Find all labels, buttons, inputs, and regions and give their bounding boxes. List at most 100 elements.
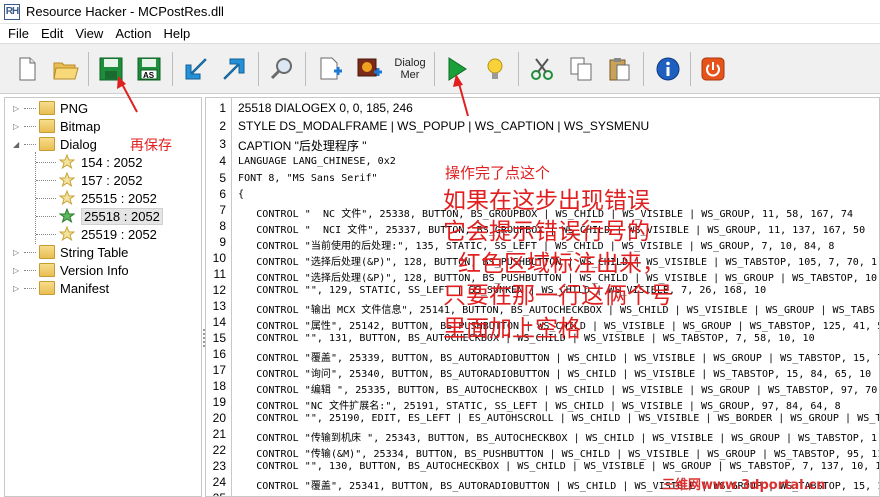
tree-item-dialog-154[interactable]: 154 : 2052 <box>36 153 142 171</box>
open-folder-icon <box>39 137 55 151</box>
tree-item-string-table[interactable]: ▷ String Table <box>13 243 128 261</box>
code-line[interactable]: CONTROL "", 130, BUTTON, BS_AUTOCHECKBOX… <box>238 461 879 472</box>
add-blank-resource-button[interactable] <box>315 54 345 84</box>
tree-item-dialog-25515[interactable]: 25515 : 2052 <box>36 189 157 207</box>
line-number: 8 <box>219 219 226 233</box>
line-number: 16 <box>212 347 226 361</box>
menu-edit[interactable]: Edit <box>35 26 69 41</box>
code-line[interactable]: { <box>238 189 244 200</box>
add-image-resource-button[interactable] <box>354 54 384 84</box>
tree-item-bitmap[interactable]: ▷ Bitmap <box>13 117 100 135</box>
new-file-button[interactable] <box>12 54 42 84</box>
back-button[interactable] <box>181 54 211 84</box>
annotation-line-2: 它会提示错误行号的 <box>443 219 650 245</box>
compile-script-button[interactable] <box>441 54 471 84</box>
code-line[interactable]: CONTROL "传输到机床 ", 25343, BUTTON, BS_AUTO… <box>238 429 877 444</box>
info-icon <box>656 57 680 81</box>
line-number: 21 <box>212 427 226 441</box>
dialog-merger-label-1: Dialog <box>394 57 426 69</box>
tree-item-dialog-25518[interactable]: 25518 : 2052 <box>36 207 163 225</box>
annotation-line-4: 只要在那一行这俩个号 <box>443 283 673 309</box>
line-number: 17 <box>212 363 226 377</box>
expand-arrow-icon[interactable]: ▷ <box>13 266 22 275</box>
code-line[interactable]: STYLE DS_MODALFRAME | WS_POPUP | WS_CAPT… <box>238 119 649 133</box>
code-line[interactable]: 25518 DIALOGEX 0, 0, 185, 246 <box>238 101 413 115</box>
menu-file[interactable]: File <box>0 26 35 41</box>
tree-item-label: 154 : 2052 <box>81 154 143 170</box>
expand-arrow-icon[interactable]: ▷ <box>13 248 22 257</box>
toolbar-separator <box>643 52 644 86</box>
forward-button[interactable] <box>219 54 249 84</box>
tree-item-dialog[interactable]: ◢ Dialog <box>13 135 97 153</box>
code-line[interactable]: LANGUAGE LANG_CHINESE, 0x2 <box>238 156 396 167</box>
watermark: 三维网www.3dportal.cn <box>662 478 826 493</box>
annotation-line-1: 如果在这步出现错误 <box>443 188 650 214</box>
code-line[interactable]: CONTROL "覆盖", 25339, BUTTON, BS_AUTORADI… <box>238 349 879 364</box>
tree-item-label: 25515 : 2052 <box>81 190 157 206</box>
cut-button[interactable] <box>527 54 557 84</box>
about-button[interactable] <box>653 54 683 84</box>
tree-item-label: Version Info <box>60 262 129 278</box>
menu-action[interactable]: Action <box>109 26 157 41</box>
line-number: 5 <box>219 171 226 185</box>
tree-connector <box>36 215 56 217</box>
tree-item-label: Dialog <box>60 136 97 152</box>
save-as-disk-icon: AS <box>137 57 161 81</box>
svg-text:AS: AS <box>143 71 155 80</box>
open-file-button[interactable] <box>50 54 80 84</box>
menu-view[interactable]: View <box>69 26 109 41</box>
line-number: 12 <box>212 283 226 297</box>
line-number: 9 <box>219 235 226 249</box>
collapse-arrow-icon[interactable]: ◢ <box>13 140 22 149</box>
star-icon <box>59 154 75 170</box>
tree-item-dialog-157[interactable]: 157 : 2052 <box>36 171 142 189</box>
tree-item-manifest[interactable]: ▷ Manifest <box>13 279 109 297</box>
code-line[interactable]: CONTROL "NC 文件扩展名:", 25191, STATIC, SS_L… <box>238 397 841 412</box>
line-number-gutter: 1234567891011121314151617181920212223242… <box>206 98 232 496</box>
code-line[interactable]: CONTROL "编辑 ", 25335, BUTTON, BS_AUTOCHE… <box>238 381 879 396</box>
toolbar-separator <box>518 52 519 86</box>
add-document-icon <box>320 57 342 80</box>
code-line[interactable]: CONTROL "", 25190, EDIT, ES_LEFT | ES_AU… <box>238 413 879 424</box>
line-number: 11 <box>213 267 226 281</box>
dialog-merger-button[interactable]: Dialog Mer <box>392 54 428 84</box>
line-number: 1 <box>219 101 226 115</box>
expand-arrow-icon[interactable]: ▷ <box>13 122 22 131</box>
line-number: 13 <box>212 299 226 313</box>
code-line[interactable]: CONTROL "传输(&M)", 25334, BUTTON, BS_PUSH… <box>238 445 879 460</box>
tree-connector <box>24 269 36 271</box>
toolbar: AS Dialog Mer <box>0 43 880 94</box>
find-button[interactable] <box>267 54 297 84</box>
magnifier-icon <box>270 58 292 80</box>
code-line[interactable]: CONTROL "询问", 25340, BUTTON, BS_AUTORADI… <box>238 365 871 380</box>
tree-item-png[interactable]: ▷ PNG <box>13 99 88 117</box>
line-number: 19 <box>212 395 226 409</box>
tree-connector <box>36 197 56 199</box>
code-line[interactable]: CAPTION "后处理程序 " <box>238 137 367 154</box>
menu-help[interactable]: Help <box>157 26 196 41</box>
expand-arrow-icon[interactable]: ▷ <box>13 284 22 293</box>
folder-icon <box>39 281 55 295</box>
line-number: 6 <box>219 187 226 201</box>
line-number: 15 <box>212 331 226 345</box>
tree-item-label: 25519 : 2052 <box>81 226 157 242</box>
save-as-button[interactable]: AS <box>134 54 164 84</box>
exit-button[interactable] <box>698 54 728 84</box>
code-line[interactable]: FONT 8, "MS Sans Serif" <box>238 173 378 184</box>
save-button[interactable] <box>96 54 126 84</box>
line-number: 2 <box>219 119 226 133</box>
tree-connector <box>24 125 36 127</box>
tree-item-dialog-25519[interactable]: 25519 : 2052 <box>36 225 157 243</box>
paste-button[interactable] <box>604 54 634 84</box>
tree-connector <box>36 233 56 235</box>
save-disk-icon <box>99 57 123 81</box>
play-icon <box>448 57 467 81</box>
line-number: 24 <box>212 475 226 489</box>
copy-icon <box>570 57 592 81</box>
expand-arrow-icon[interactable]: ▷ <box>13 104 22 113</box>
toolbar-separator <box>305 52 306 86</box>
star-icon <box>59 190 75 206</box>
tree-item-version-info[interactable]: ▷ Version Info <box>13 261 129 279</box>
copy-button[interactable] <box>566 54 596 84</box>
hint-button[interactable] <box>480 54 510 84</box>
